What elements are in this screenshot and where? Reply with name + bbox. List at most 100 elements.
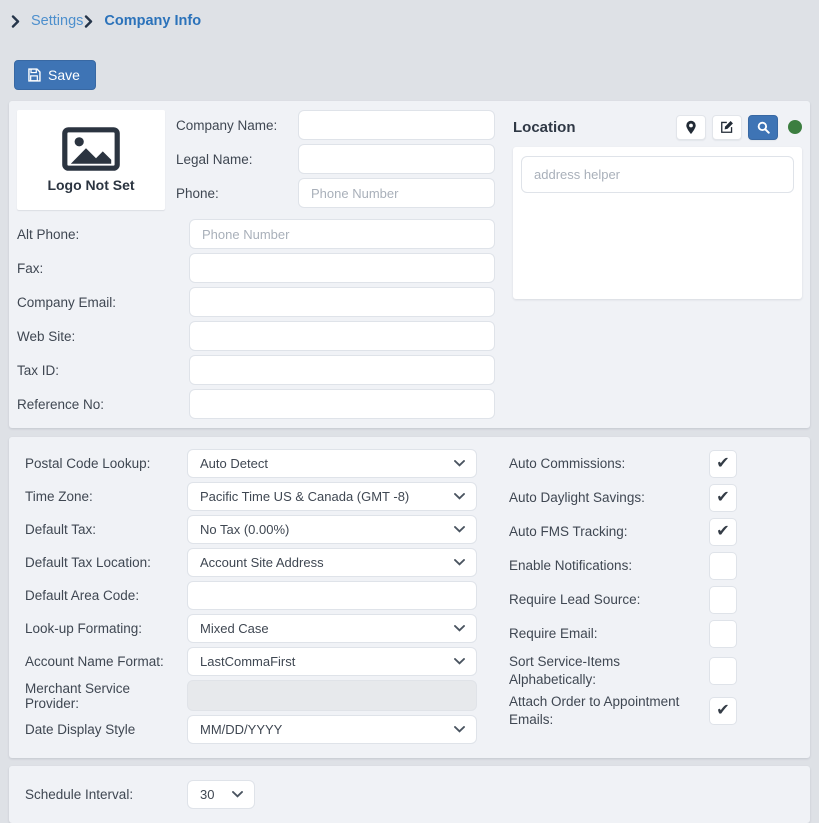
search-icon [757, 121, 770, 134]
date-display-style-value: MM/DD/YYYY [200, 722, 282, 737]
default-tax-select[interactable]: No Tax (0.00%) [187, 515, 477, 544]
auto-daylight-savings-label: Auto Daylight Savings: [509, 489, 709, 507]
company-email-input[interactable] [189, 287, 495, 317]
company-info-panel: Logo Not Set Company Name: Legal Name: P… [9, 101, 810, 428]
postal-code-lookup-value: Auto Detect [200, 456, 268, 471]
save-button[interactable]: Save [14, 60, 96, 90]
address-helper-input[interactable] [521, 156, 794, 193]
fax-label: Fax: [17, 261, 189, 276]
auto-commissions-checkbox[interactable]: ✔ [709, 450, 737, 478]
settings-panel: Postal Code Lookup: Auto Detect Time Zon… [9, 437, 810, 758]
default-area-code-label: Default Area Code: [25, 588, 187, 603]
default-tax-location-select[interactable]: Account Site Address [187, 548, 477, 577]
default-tax-value: No Tax (0.00%) [200, 522, 289, 537]
web-site-input[interactable] [189, 321, 495, 351]
location-status-dot [788, 120, 802, 134]
company-name-label: Company Name: [176, 118, 298, 133]
reference-no-label: Reference No: [17, 397, 189, 412]
schedule-panel: Schedule Interval: 30 [9, 766, 810, 823]
chevron-down-icon [232, 791, 243, 798]
search-address-button[interactable] [748, 115, 778, 140]
map-pin-icon [685, 120, 697, 135]
chevron-right-icon [84, 15, 93, 28]
auto-daylight-savings-checkbox[interactable]: ✔ [709, 484, 737, 512]
alt-phone-input[interactable] [189, 219, 495, 249]
image-placeholder-icon [62, 127, 120, 171]
default-tax-location-value: Account Site Address [200, 555, 324, 570]
company-logo-upload[interactable]: Logo Not Set [17, 110, 165, 210]
company-fields-section: Logo Not Set Company Name: Legal Name: P… [17, 110, 495, 419]
default-area-code-input[interactable] [187, 581, 477, 610]
settings-left-column: Postal Code Lookup: Auto Detect Time Zon… [17, 449, 487, 748]
merchant-service-provider-label: Merchant Service Provider: [25, 681, 187, 711]
settings-right-column: Auto Commissions: ✔ Auto Daylight Saving… [509, 449, 737, 748]
phone-input[interactable] [298, 178, 495, 208]
edit-pencil-icon [720, 120, 734, 134]
tax-id-label: Tax ID: [17, 363, 189, 378]
check-icon: ✔ [716, 524, 729, 540]
logo-not-set-label: Logo Not Set [47, 177, 134, 193]
legal-name-label: Legal Name: [176, 152, 298, 167]
require-lead-source-checkbox[interactable] [709, 586, 737, 614]
reference-no-input[interactable] [189, 389, 495, 419]
chevron-down-icon [454, 493, 465, 500]
check-icon: ✔ [716, 703, 729, 719]
account-name-format-label: Account Name Format: [25, 654, 187, 669]
require-email-checkbox[interactable] [709, 620, 737, 648]
chevron-down-icon [454, 526, 465, 533]
sort-service-items-label: Sort Service-Items Alphabetically: [509, 653, 709, 688]
enable-notifications-label: Enable Notifications: [509, 557, 709, 575]
sort-service-items-checkbox[interactable] [709, 657, 737, 685]
lookup-formatting-label: Look-up Formating: [25, 621, 187, 636]
breadcrumb-current: Company Info [104, 13, 201, 29]
save-button-label: Save [48, 67, 80, 83]
fax-input[interactable] [189, 253, 495, 283]
check-icon: ✔ [716, 456, 729, 472]
attach-order-to-appointment-emails-checkbox[interactable]: ✔ [709, 697, 737, 725]
date-display-style-label: Date Display Style [25, 722, 187, 737]
require-lead-source-label: Require Lead Source: [509, 591, 709, 609]
location-section: Location [513, 110, 802, 419]
auto-commissions-label: Auto Commissions: [509, 455, 709, 473]
time-zone-label: Time Zone: [25, 489, 187, 504]
check-icon: ✔ [716, 490, 729, 506]
breadcrumb-settings-link[interactable]: Settings [31, 13, 83, 29]
company-email-label: Company Email: [17, 295, 189, 310]
phone-label: Phone: [176, 186, 298, 201]
tax-id-input[interactable] [189, 355, 495, 385]
account-name-format-value: LastCommaFirst [200, 654, 295, 669]
time-zone-select[interactable]: Pacific Time US & Canada (GMT -8) [187, 482, 477, 511]
date-display-style-select[interactable]: MM/DD/YYYY [187, 715, 477, 744]
default-tax-label: Default Tax: [25, 522, 187, 537]
postal-code-lookup-select[interactable]: Auto Detect [187, 449, 477, 478]
schedule-interval-value: 30 [200, 787, 214, 802]
auto-fms-tracking-checkbox[interactable]: ✔ [709, 518, 737, 546]
lookup-formatting-select[interactable]: Mixed Case [187, 614, 477, 643]
lookup-formatting-value: Mixed Case [200, 621, 269, 636]
chevron-down-icon [454, 625, 465, 632]
breadcrumb: Settings Company Info [0, 0, 819, 37]
legal-name-input[interactable] [298, 144, 495, 174]
location-address-box [513, 147, 802, 299]
merchant-service-provider-input [187, 680, 477, 711]
company-name-input[interactable] [298, 110, 495, 140]
web-site-label: Web Site: [17, 329, 189, 344]
account-name-format-select[interactable]: LastCommaFirst [187, 647, 477, 676]
chevron-down-icon [454, 658, 465, 665]
map-pin-button[interactable] [676, 115, 706, 140]
chevron-down-icon [454, 460, 465, 467]
save-floppy-icon [27, 68, 41, 82]
toolbar: Save [14, 60, 805, 90]
schedule-interval-select[interactable]: 30 [187, 780, 255, 809]
location-title: Location [513, 119, 670, 136]
postal-code-lookup-label: Postal Code Lookup: [25, 456, 187, 471]
time-zone-value: Pacific Time US & Canada (GMT -8) [200, 489, 409, 504]
enable-notifications-checkbox[interactable] [709, 552, 737, 580]
chevron-right-icon [11, 15, 20, 28]
alt-phone-label: Alt Phone: [17, 227, 189, 242]
auto-fms-tracking-label: Auto FMS Tracking: [509, 523, 709, 541]
edit-address-button[interactable] [712, 115, 742, 140]
attach-order-to-appointment-emails-label: Attach Order to Appointment Emails: [509, 693, 709, 728]
chevron-down-icon [454, 559, 465, 566]
default-tax-location-label: Default Tax Location: [25, 555, 187, 570]
